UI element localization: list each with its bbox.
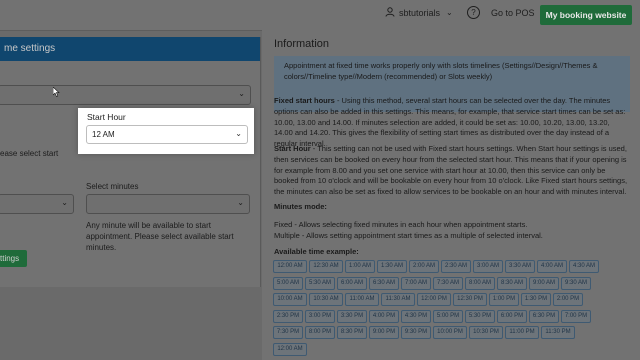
time-slot-chip: 4:30 PM [401,309,431,323]
save-settings-button[interactable]: ttings [0,250,27,267]
time-slot-chip: 3:00 AM [473,260,503,273]
time-slot-chip: 11:00 PM [505,326,539,339]
mouse-cursor-icon [52,86,60,99]
start-hour-text: - This setting can not be used with Fixe… [274,144,628,197]
info-notice-text: Appointment at fixed time works properly… [284,61,598,81]
time-settings-panel: me settings ⌄ ease select start ⌄ Select… [0,37,261,287]
time-slot-chip: 12:00 PM [417,293,451,306]
time-slot-chip: 3:00 PM [305,309,335,323]
time-slot-chip: 2:00 AM [409,260,439,273]
time-slot-chip: 2:30 PM [273,309,303,323]
go-to-pos-link[interactable]: Go to POS [491,8,535,18]
username-menu[interactable]: sbtutorials [399,8,440,18]
time-slot-chip: 8:30 AM [497,276,527,290]
time-slot-chip: 5:00 AM [273,276,303,290]
time-slot-chip: 10:00 AM [273,293,307,306]
chevron-down-icon: ⌄ [61,198,68,207]
start-hint-text: ease select start [0,149,59,158]
time-slot-chip: 8:00 PM [305,326,335,339]
time-slot-chip: 1:30 PM [521,293,551,306]
app-surface: sbtutorials ⌄ ? Go to POS My booking web… [0,0,640,360]
time-slot-chip: 6:00 AM [337,276,367,290]
select-minutes-label: Select minutes [86,182,139,191]
time-slot-chip: 9:00 PM [369,326,399,339]
start-hour-value: 12 AM [92,130,115,139]
time-slot-chip: 7:00 AM [401,276,431,290]
time-slot-chip: 2:30 AM [441,260,471,273]
chevron-down-icon[interactable]: ⌄ [446,8,453,17]
information-panel: Information Appointment at fixed time wo… [262,30,640,360]
time-slot-chip: 11:00 AM [345,293,379,306]
multiple-mode-text: Multiple - Allows setting appointment st… [274,231,543,240]
start-hour-description: Start Hour - This setting can not be use… [274,144,630,198]
user-icon[interactable] [385,7,395,19]
mode-select[interactable]: ⌄ [0,85,251,105]
time-slot-chip: 11:30 AM [381,293,415,306]
time-slot-chip: 10:30 AM [309,293,343,306]
time-slot-chip: 10:30 PM [469,326,503,339]
time-slot-chip: 2:00 PM [553,293,583,306]
time-slot-chip: 6:00 PM [497,309,527,323]
time-slot-chip: 4:00 AM [537,260,567,273]
time-slot-chip: 3:30 PM [337,309,367,323]
panel-header: me settings [0,37,260,61]
my-booking-website-button[interactable]: My booking website [540,5,632,25]
time-slot-chip: 10:00 PM [433,326,467,339]
time-slot-chip: 1:00 AM [345,260,375,273]
time-slot-chip: 9:00 AM [529,276,559,290]
start-hour-field: Start Hour 12 AM ⌄ [78,108,254,154]
time-slot-chip: 5:00 PM [433,309,463,323]
time-slot-chip: 9:30 AM [561,276,591,290]
time-slot-chip: 11:30 PM [541,326,575,339]
start-hour-select[interactable]: 12 AM ⌄ [86,125,248,144]
top-bar: sbtutorials ⌄ ? Go to POS My booking web… [0,0,640,31]
time-slot-chip: 4:30 AM [569,260,599,273]
time-slot-chip: 5:30 PM [465,309,495,323]
minutes-select[interactable]: ⌄ [86,194,250,214]
fixed-mode-text: Fixed - Allows selecting fixed minutes i… [274,220,528,229]
time-slot-chip: 6:30 AM [369,276,399,290]
start-hour-title: Start Hour [274,144,311,153]
time-slot-chip: 7:30 PM [273,326,303,339]
time-slot-chip: 1:30 AM [377,260,407,273]
time-slot-chip: 6:30 PM [529,309,559,323]
time-slot-chip: 8:30 PM [337,326,367,339]
help-icon[interactable]: ? [467,6,480,19]
minutes-help-text: Any minute will be available to start ap… [86,221,234,252]
available-time-title: Available time example: [274,247,359,256]
time-slot-chip: 4:00 PM [369,309,399,323]
fixed-start-hours-title: Fixed start hours [274,96,335,105]
time-slot-chip: 7:30 AM [433,276,463,290]
time-slot-chip: 12:30 PM [453,293,487,306]
time-slot-chip: 1:00 PM [489,293,519,306]
time-slot-chip: 8:00 AM [465,276,495,290]
time-slot-chip: 12:00 AM [273,260,307,273]
time-slot-chip: 12:00 AM [273,342,307,356]
save-button-label: ttings [0,254,20,263]
chevron-down-icon: ⌄ [238,89,245,98]
panel-title: me settings [4,43,56,54]
chevron-down-icon: ⌄ [235,129,242,138]
time-slot-chip: 7:00 PM [561,309,591,323]
information-title: Information [274,38,330,50]
time-slot-chip: 9:30 PM [401,326,431,339]
minutes-mode-title: Minutes mode: [274,202,327,211]
fixed-start-hours-description: Fixed start hours - Using this method, s… [274,96,630,150]
hours-select[interactable]: ⌄ [0,194,74,214]
time-slot-chip: 12:30 AM [309,260,343,273]
chevron-down-icon: ⌄ [237,198,244,207]
time-slot-chip: 5:30 AM [305,276,335,290]
time-slot-chip: 3:30 AM [505,260,535,273]
start-hour-label: Start Hour [87,112,126,122]
